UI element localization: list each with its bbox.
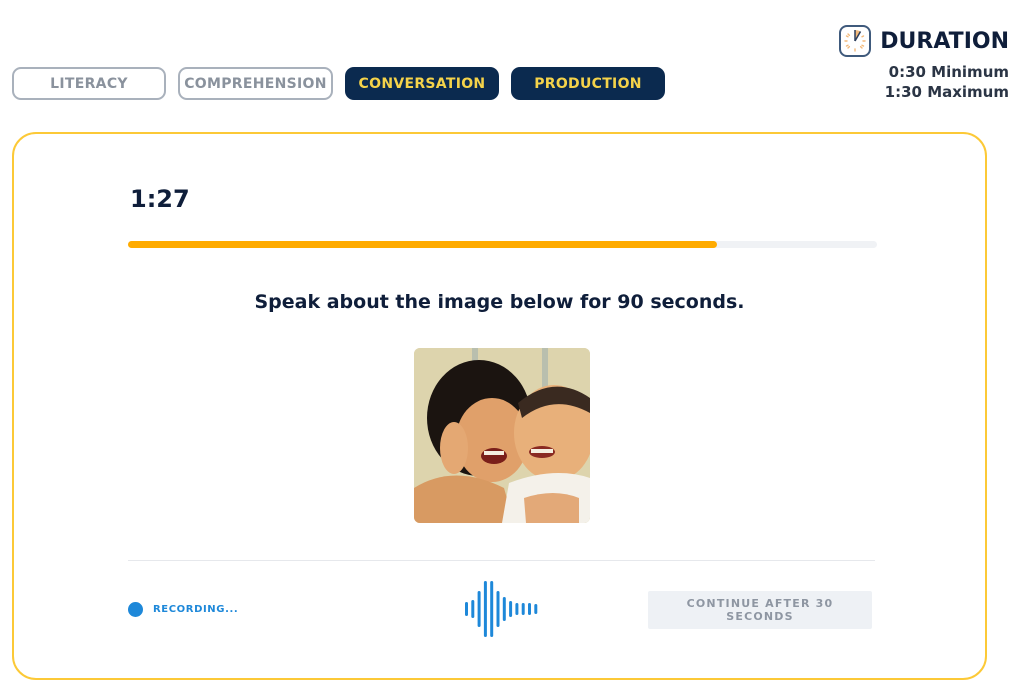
- timer-icon: [839, 25, 872, 57]
- duration-panel: DURATION 0:30 Minimum 1:30 Maximum: [838, 24, 1009, 102]
- time-progress-bar: [128, 241, 877, 248]
- tab-conversation[interactable]: CONVERSATION: [345, 67, 499, 100]
- prompt-image: [414, 348, 590, 523]
- waveform-bar: [483, 581, 487, 637]
- waveform-bar: [502, 597, 506, 621]
- waveform-bar: [465, 602, 468, 616]
- recording-dot-icon: [128, 602, 143, 617]
- waveform-bar: [490, 581, 494, 637]
- duration-header: DURATION: [838, 24, 1009, 58]
- tab-production[interactable]: PRODUCTION: [511, 67, 665, 100]
- waveform-bar: [515, 603, 519, 615]
- waveform-bar: [534, 604, 538, 614]
- waveform-bar: [496, 591, 500, 627]
- recording-label: RECORDING...: [153, 604, 239, 615]
- tab-comprehension[interactable]: COMPREHENSION: [178, 67, 333, 100]
- audio-waveform-icon: [465, 581, 538, 637]
- footer-divider: [128, 560, 875, 561]
- recording-status: RECORDING...: [128, 602, 238, 617]
- continue-button[interactable]: CONTINUE AFTER 30 SECONDS: [648, 591, 872, 629]
- waveform-bar: [521, 603, 525, 615]
- countdown-timer: 1:27: [130, 185, 190, 213]
- waveform-bar: [471, 600, 475, 618]
- duration-maximum: 1:30 Maximum: [884, 83, 1009, 101]
- task-prompt: Speak about the image below for 90 secon…: [254, 291, 745, 313]
- tab-literacy[interactable]: LITERACY: [12, 67, 166, 100]
- duration-title: DURATION: [880, 28, 1009, 54]
- waveform-bar: [477, 591, 481, 627]
- waveform-bar: [528, 603, 531, 615]
- waveform-bar: [509, 601, 513, 617]
- time-progress-fill: [128, 241, 718, 248]
- duration-minimum: 0:30 Minimum: [888, 63, 1009, 81]
- speaking-task-card: 1:27 Speak about the image below for 90 …: [12, 132, 987, 680]
